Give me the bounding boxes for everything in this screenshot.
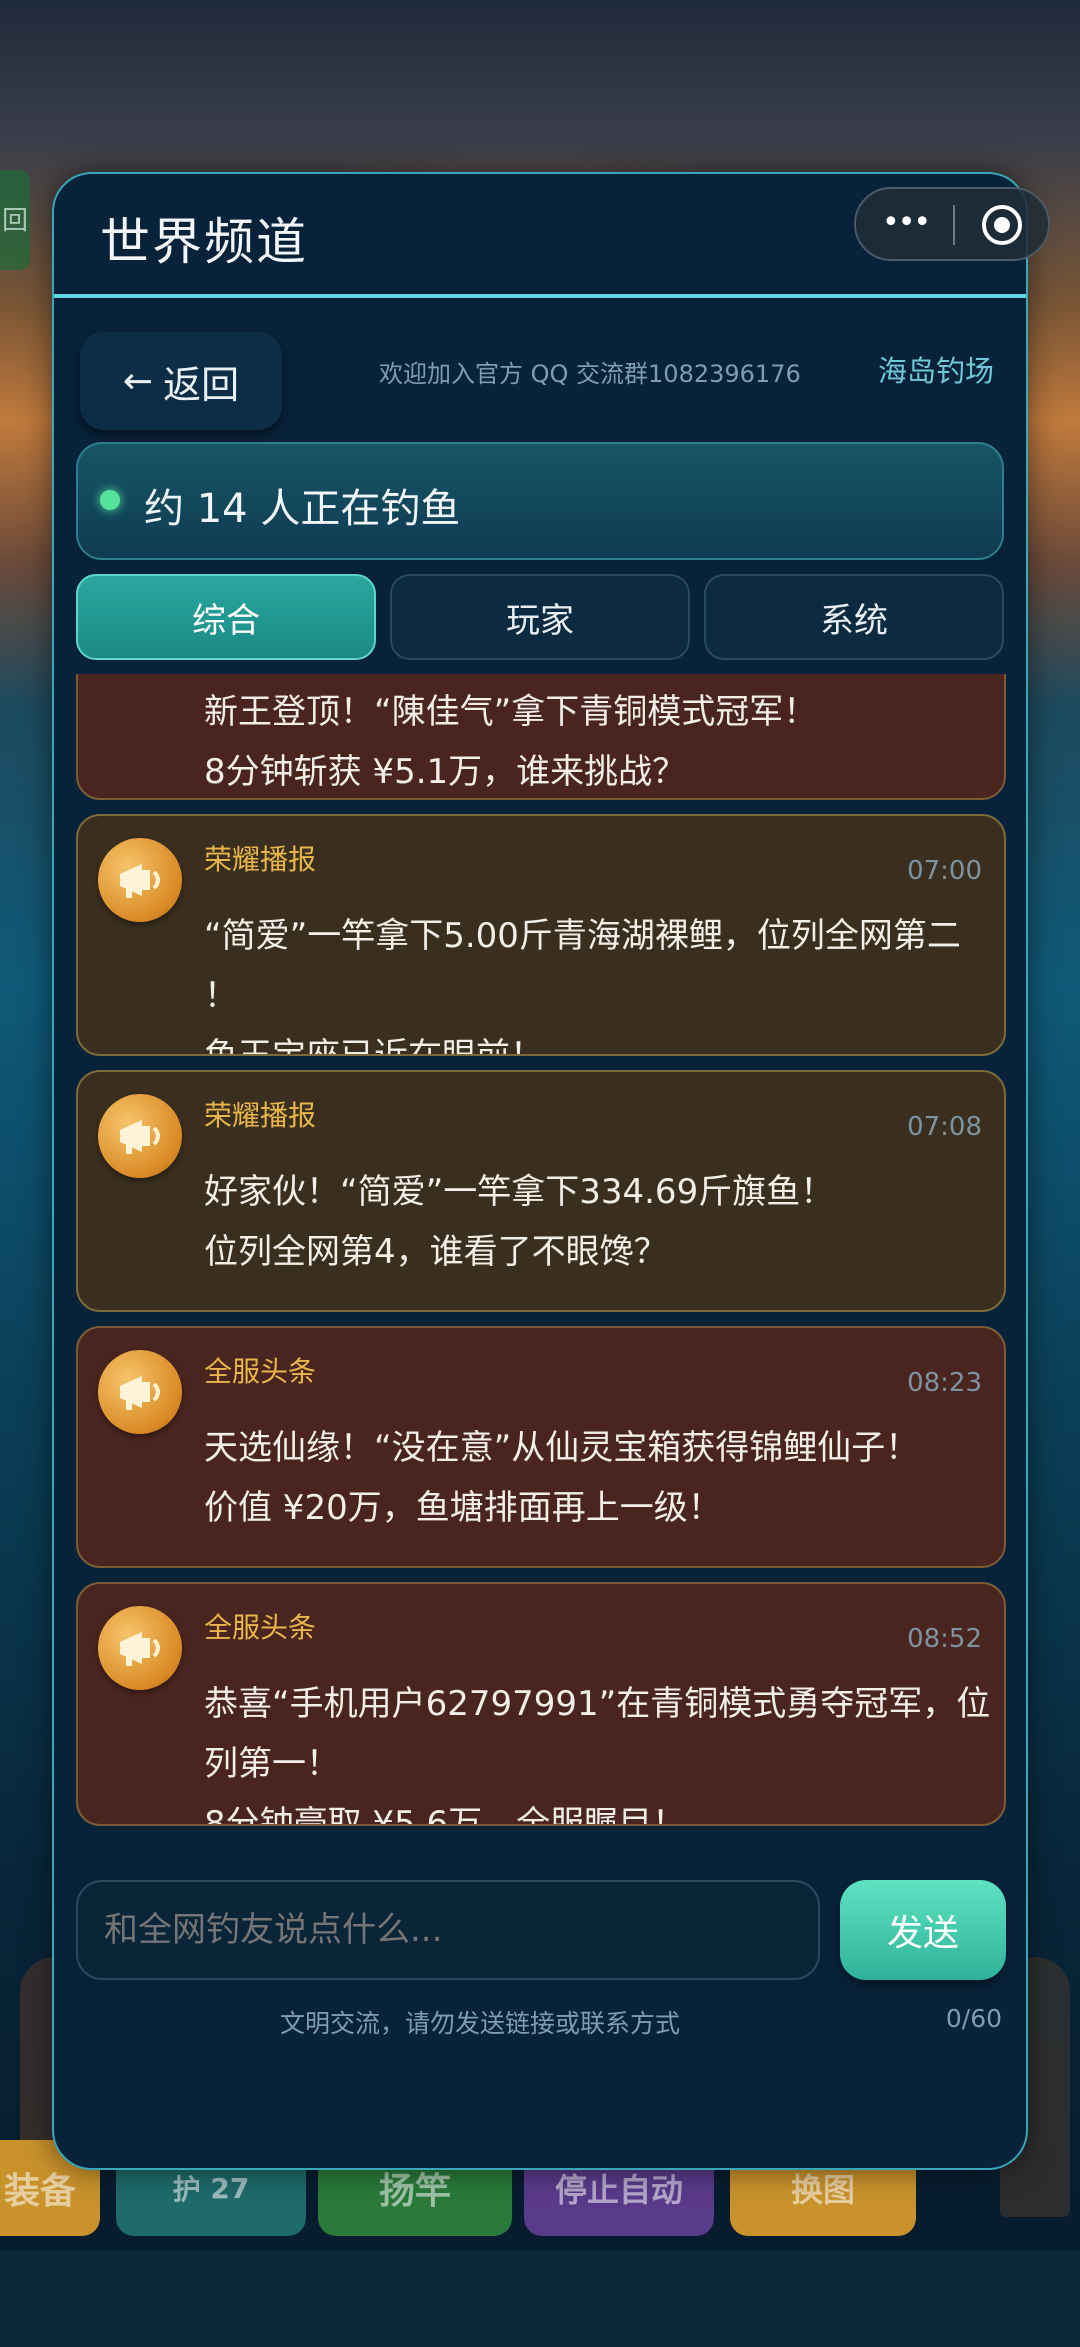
megaphone-avatar-icon <box>98 838 182 922</box>
message-card: 荣耀播报 07:08 好家伙！“简爱”一竿拿下334.69斤旗鱼！ 位列全网第4… <box>76 1070 1006 1312</box>
message-input[interactable] <box>76 1880 820 1980</box>
tab-system[interactable]: 系统 <box>704 574 1004 660</box>
channel-tabs: 综合 玩家 系统 <box>76 574 1006 660</box>
background-side-button: 回 <box>0 170 30 270</box>
message-line: 价值 ¥20万，鱼塘排面再上一级！ <box>204 1488 722 1528</box>
online-dot-icon <box>100 490 120 510</box>
message-card: 全服头条 08:23 天选仙缘！“没在意”从仙灵宝箱获得锦鲤仙子！ 价值 ¥20… <box>76 1326 1006 1568</box>
message-line: 8分钟斩获 ¥5.1万，谁来挑战？ <box>204 752 687 792</box>
message-time: 08:23 <box>907 1368 982 1398</box>
message-time: 07:08 <box>907 1112 982 1142</box>
message-time: 07:00 <box>907 856 982 886</box>
megaphone-avatar-icon <box>98 1350 182 1434</box>
modal-title: 世界频道 <box>100 213 308 271</box>
back-button-label: 返回 <box>163 362 240 407</box>
location-link[interactable]: 海岛钓场 <box>878 348 994 390</box>
modal-header: 世界频道 ••• <box>54 174 1050 298</box>
message-card: 全服头条 08:52 恭喜“手机用户62797991”在青铜模式勇夺冠军，位 列… <box>76 1582 1006 1826</box>
message-time: 08:52 <box>907 1624 982 1654</box>
message-kind: 全服头条 <box>204 1611 317 1644</box>
message-line: 新王登顶！“陳佳气”拿下青铜模式冠军！ <box>204 692 818 732</box>
message-line: “简爱”一竿拿下5.00斤青海湖裸鲤，位列全网第二 <box>204 916 961 956</box>
more-icon[interactable]: ••• <box>882 205 931 240</box>
tab-general[interactable]: 综合 <box>76 574 376 660</box>
message-card: 新王登顶！“陳佳气”拿下青铜模式冠军！ 8分钟斩获 ¥5.1万，谁来挑战？ <box>76 674 1006 800</box>
composer: 发送 <box>76 1880 1006 1980</box>
message-kind: 荣耀播报 <box>204 1099 317 1132</box>
message-line: 鱼王宝座已近在眼前！ <box>204 1036 544 1056</box>
qq-group-notice: 欢迎加入官方 QQ 交流群1082396176 <box>379 360 801 388</box>
background-side-button-label: 回 <box>2 206 29 236</box>
message-line: 位列全网第4，谁看了不眼馋？ <box>204 1232 668 1272</box>
message-line: 天选仙缘！“没在意”从仙灵宝箱获得锦鲤仙子！ <box>204 1428 920 1468</box>
bottom-strip <box>0 2250 1080 2347</box>
megaphone-avatar-icon <box>98 1606 182 1690</box>
message-card: 荣耀播报 07:00 “简爱”一竿拿下5.00斤青海湖裸鲤，位列全网第二 ！ 鱼… <box>76 814 1006 1056</box>
send-button[interactable]: 发送 <box>840 1880 1006 1980</box>
composer-tip: 文明交流，请勿发送链接或联系方式 <box>280 2009 681 2038</box>
message-line: 列第一！ <box>204 1744 340 1784</box>
back-arrow-icon: ← <box>122 360 154 402</box>
message-kind: 全服头条 <box>204 1355 317 1388</box>
character-count: 0/60 <box>945 2004 1002 2033</box>
tab-players[interactable]: 玩家 <box>390 574 690 660</box>
capsule-divider <box>953 205 955 245</box>
mini-program-capsule: ••• <box>854 187 1050 261</box>
online-count-text: 约 14 人正在钓鱼 <box>144 486 461 532</box>
close-target-icon[interactable] <box>982 205 1022 245</box>
message-line: ！ <box>204 976 238 1016</box>
world-channel-modal: 世界频道 ••• ← 返回 欢迎加入官方 QQ 交流群1082396176 海岛… <box>52 172 1050 2170</box>
back-button[interactable]: ← 返回 <box>80 332 282 430</box>
online-count-banner: 约 14 人正在钓鱼 <box>76 442 1004 560</box>
message-line: 恭喜“手机用户62797991”在青铜模式勇夺冠军，位 <box>204 1684 991 1724</box>
message-kind: 荣耀播报 <box>204 843 317 876</box>
message-line: 好家伙！“简爱”一竿拿下334.69斤旗鱼！ <box>204 1172 835 1212</box>
megaphone-avatar-icon <box>98 1094 182 1178</box>
message-line: 8分钟豪取 ¥5.6万，全服瞩目！ <box>204 1804 687 1826</box>
message-feed[interactable]: 新王登顶！“陳佳气”拿下青铜模式冠军！ 8分钟斩获 ¥5.1万，谁来挑战？ 荣耀… <box>76 674 1006 1846</box>
